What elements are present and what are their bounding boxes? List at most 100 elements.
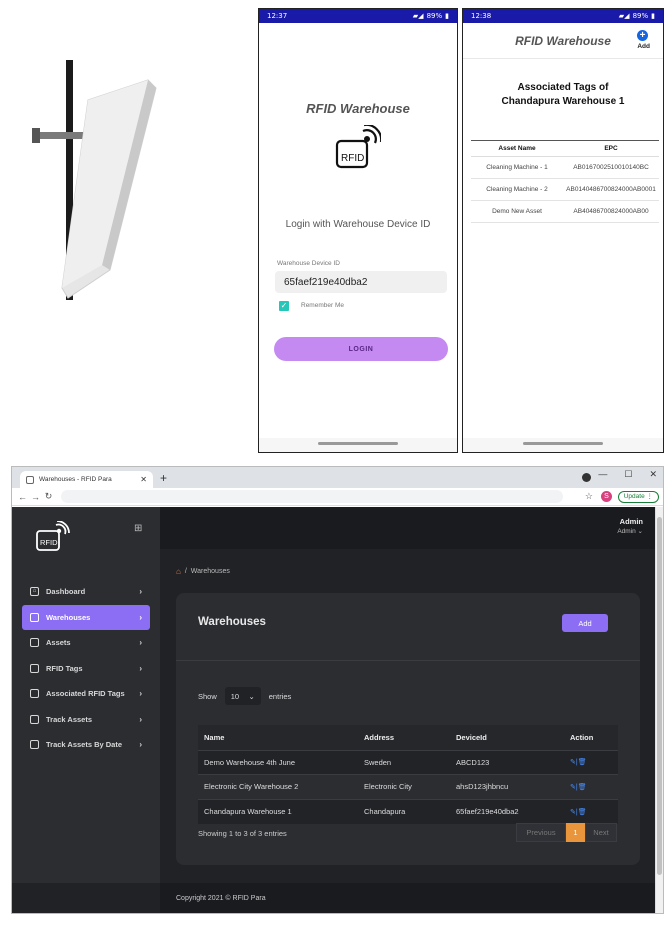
forward-icon[interactable]: →: [29, 492, 42, 502]
reload-icon[interactable]: ↻: [42, 491, 55, 502]
tab-title: Warehouses - RFID Para: [39, 476, 112, 483]
add-warehouse-button[interactable]: Add: [562, 614, 608, 632]
home-indicator[interactable]: [523, 442, 603, 445]
column-header-deviceid[interactable]: DeviceId: [450, 725, 564, 750]
user-name[interactable]: Admin: [620, 517, 643, 526]
page-title: Warehouses: [198, 616, 266, 628]
grid-menu-icon[interactable]: ⊞: [134, 523, 142, 534]
chevron-right-icon: ›: [139, 689, 142, 698]
warehouses-table: Name Address DeviceId Action Demo Wareho…: [198, 725, 618, 824]
pagination-next[interactable]: Next: [585, 823, 617, 842]
login-button[interactable]: LOGIN: [274, 337, 448, 361]
logo-text: RFID: [341, 153, 364, 164]
store-icon: [30, 638, 39, 647]
table-row[interactable]: Demo New Asset AB40486700824000AB00: [471, 200, 659, 223]
column-header-name[interactable]: Name: [198, 725, 358, 750]
show-label: Show: [198, 691, 217, 701]
tags-heading-line1: Associated Tags of: [517, 82, 609, 93]
add-icon[interactable]: +: [637, 30, 648, 41]
minimize-icon[interactable]: —: [598, 469, 607, 480]
sidebar-item-label: Track Assets By Date: [46, 740, 123, 749]
warehouse-name-cell: Demo Warehouse 4th June: [198, 749, 358, 775]
battery-icon: ▮: [445, 12, 449, 20]
warehouse-name-cell: Electronic City Warehouse 2: [198, 774, 358, 799]
close-window-icon[interactable]: ✕: [649, 469, 657, 480]
home-icon[interactable]: ⌂: [176, 567, 181, 576]
nav-bar: [463, 438, 663, 452]
sidebar-item-rfid-tags[interactable]: RFID Tags ›: [22, 656, 150, 681]
footer: Copyright 2021 © RFID Para: [160, 883, 657, 913]
address-bar: ← → ↻ ☆ S Update ⋮: [12, 473, 663, 506]
chevron-right-icon: ›: [139, 638, 142, 647]
warehouse-name-cell: Chandapura Warehouse 1: [198, 798, 358, 824]
sidebar-item-warehouses[interactable]: Warehouses ›: [22, 604, 150, 630]
pagination-page-1[interactable]: 1: [566, 823, 585, 842]
warehouse-deviceid-cell: 65faef219e40dba2: [450, 798, 564, 824]
rfid-logo-icon: RFID: [335, 125, 381, 169]
column-header-epc: EPC: [563, 140, 659, 157]
column-header-asset-name: Asset Name: [471, 140, 563, 157]
sidebar-item-label: RFID Tags: [46, 663, 83, 673]
delete-icon[interactable]: 🗑: [578, 759, 587, 766]
scrollbar[interactable]: [655, 507, 663, 913]
browser-tab-warehouses[interactable]: Warehouses - RFID Para ✕: [20, 471, 153, 488]
profile-avatar[interactable]: S: [601, 491, 612, 502]
sidebar-item-track-assets-by-date[interactable]: Track Assets By Date ›: [22, 732, 150, 757]
url-input[interactable]: [61, 490, 563, 503]
delete-icon[interactable]: 🗑: [578, 784, 587, 791]
back-icon[interactable]: ←: [16, 492, 29, 502]
sidebar-item-dashboard[interactable]: ⌂ Dashboard ›: [22, 579, 150, 604]
table-row[interactable]: Cleaning Machine - 2 AB0140486700824000A…: [471, 178, 659, 201]
home-indicator[interactable]: [318, 442, 398, 445]
maximize-icon[interactable]: ☐: [624, 469, 632, 480]
pagination: Previous 1 Next: [516, 823, 617, 842]
edit-icon[interactable]: ✎: [570, 809, 576, 816]
battery-level: 89%: [632, 12, 649, 20]
battery-level: 89%: [426, 12, 443, 20]
remember-me-checkbox[interactable]: ✓: [279, 301, 289, 311]
bookmark-star-icon[interactable]: ☆: [585, 491, 593, 502]
store-icon: [30, 612, 39, 622]
tab-strip: Warehouses - RFID Para ✕ + — ☐ ✕: [12, 467, 663, 488]
update-label: Update: [623, 493, 645, 500]
delete-icon[interactable]: 🗑: [578, 809, 587, 816]
chevron-right-icon: ›: [139, 612, 142, 622]
sidebar-item-associated-rfid-tags[interactable]: Associated RFID Tags ›: [22, 681, 150, 706]
edit-icon[interactable]: ✎: [570, 784, 576, 791]
warehouse-address-cell: Chandapura: [358, 798, 450, 824]
device-id-input[interactable]: 65faef219e40dba2: [275, 271, 447, 293]
nav-bar: [259, 438, 457, 452]
sidebar-item-track-assets[interactable]: Track Assets ›: [22, 707, 150, 732]
warehouse-deviceid-cell: ABCD123: [450, 749, 564, 775]
epc-cell: AB0140486700824000AB0001: [563, 178, 659, 201]
store-icon: [30, 689, 39, 698]
edit-icon[interactable]: ✎: [570, 759, 576, 766]
chevron-down-icon: ⌄: [248, 691, 255, 701]
status-bar: 12:37 ▰◢ 89% ▮: [259, 9, 457, 23]
new-tab-icon[interactable]: +: [160, 471, 167, 485]
phone-associated-tags-screen: 12:38 ▰◢ 89% ▮ RFID Warehouse + Add Asso…: [462, 8, 664, 453]
rfid-logo-icon: RFID: [36, 521, 70, 551]
breadcrumb: ⌂ / Warehouses: [176, 567, 230, 576]
remember-me-label: Remember Me: [301, 302, 344, 309]
app-title: RFID Warehouse: [515, 34, 611, 48]
entries-select[interactable]: 10 ⌄: [224, 687, 261, 705]
scrollbar-thumb[interactable]: [657, 517, 662, 875]
column-header-action: Action: [564, 725, 618, 750]
top-bar: Admin Admin ⌄: [160, 507, 657, 549]
divider: [176, 660, 640, 661]
epc-cell: AB40486700824000AB00: [563, 200, 659, 223]
chevron-right-icon: ›: [139, 587, 142, 596]
close-tab-icon[interactable]: ✕: [140, 475, 147, 484]
extension-icon[interactable]: [582, 473, 591, 482]
update-button[interactable]: Update ⋮: [617, 491, 659, 503]
sidebar-item-assets[interactable]: Assets ›: [22, 630, 150, 655]
sidebar-menu: ⌂ Dashboard › Warehouses › Assets › RFID…: [22, 579, 150, 758]
tags-heading-line2: Chandapura Warehouse 1: [501, 96, 625, 107]
chevron-right-icon: ›: [139, 714, 142, 724]
column-header-address[interactable]: Address: [358, 725, 450, 750]
user-role-dropdown[interactable]: Admin ⌄: [617, 527, 643, 535]
add-button-label[interactable]: Add: [637, 43, 650, 50]
table-row[interactable]: Cleaning Machine - 1 AB0167002510010140B…: [471, 156, 659, 179]
pagination-previous[interactable]: Previous: [516, 823, 566, 842]
